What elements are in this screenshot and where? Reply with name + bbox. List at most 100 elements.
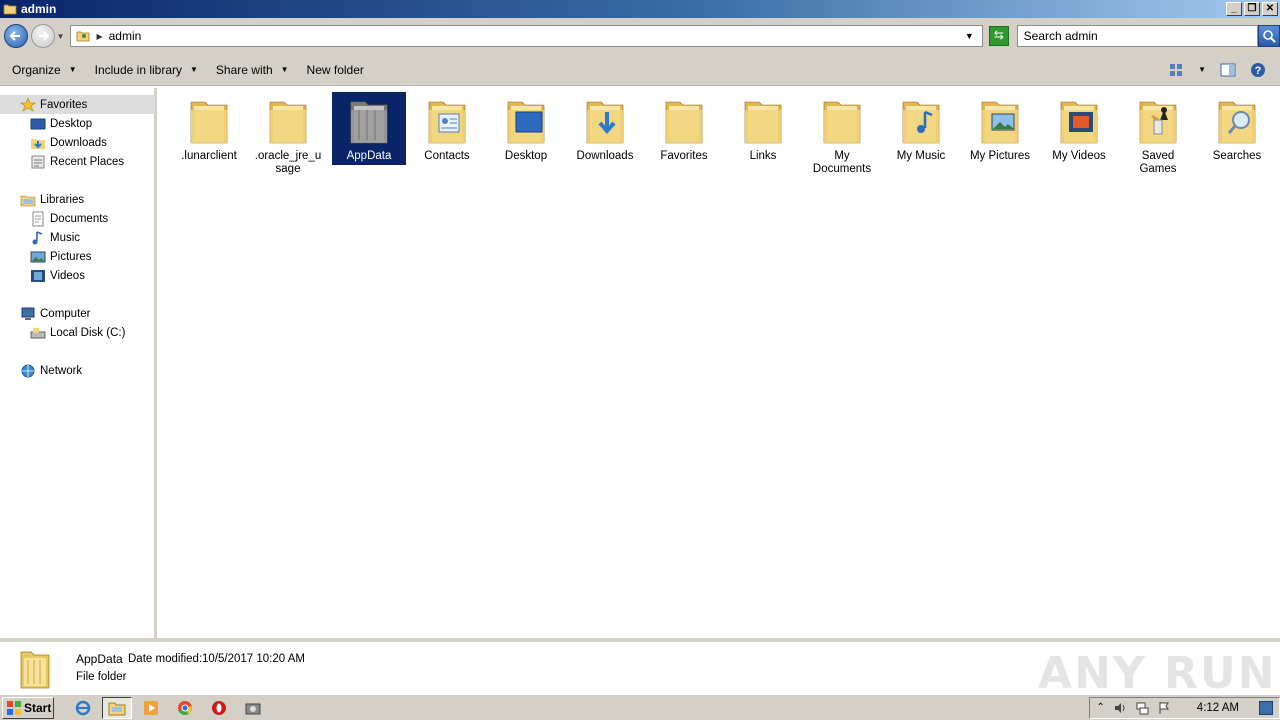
address-bar[interactable]: ▶ admin ▼ [70, 25, 983, 47]
organize-button[interactable]: Organize ▼ [6, 63, 83, 77]
network-tray-icon[interactable] [1135, 701, 1149, 715]
organize-label: Organize [12, 62, 61, 77]
show-desktop-button[interactable] [1259, 700, 1273, 715]
taskbar-windows-explorer[interactable] [102, 696, 132, 719]
taskbar-screenshot-tool[interactable] [238, 697, 268, 719]
nav-item-local-disk[interactable]: Local Disk (C:) [30, 324, 125, 342]
refresh-button[interactable]: ⇆ [988, 26, 1009, 46]
libraries-icon [20, 195, 36, 207]
file-item[interactable]: My Documents [805, 92, 879, 178]
include-in-library-label: Include in library [94, 62, 182, 77]
folder-hidden-icon [20, 651, 50, 689]
file-item[interactable]: Saved Games [1121, 92, 1195, 178]
address-dropdown[interactable]: ▼ [965, 31, 974, 41]
minimize-button[interactable]: _ [1226, 2, 1242, 16]
music-folder-icon [902, 101, 940, 144]
taskbar-internet-explorer[interactable] [68, 697, 98, 719]
file-item[interactable]: .oracle_jre_usage [251, 92, 325, 178]
show-hidden-icons-button[interactable]: ⌃ [1096, 702, 1104, 713]
file-item[interactable]: Desktop [489, 92, 563, 165]
share-with-button[interactable]: Share with ▼ [210, 63, 295, 77]
nav-item-label: Documents [50, 213, 109, 225]
nav-item-downloads[interactable]: Downloads [30, 134, 107, 152]
file-name: My Videos [1052, 150, 1106, 162]
start-button[interactable]: Start [2, 696, 54, 719]
file-name: Saved Games [1139, 150, 1177, 175]
new-folder-label: New folder [306, 62, 364, 77]
include-in-library-button[interactable]: Include in library ▼ [89, 63, 204, 77]
taskbar-chrome[interactable] [170, 697, 200, 719]
view-options-dropdown[interactable]: ▼ [1198, 65, 1206, 74]
folder-icon [3, 4, 17, 15]
maximize-button[interactable]: ❐ [1244, 2, 1260, 16]
back-button[interactable] [4, 24, 28, 48]
file-name: My Music [896, 150, 946, 162]
taskbar-media-player[interactable] [136, 697, 166, 719]
breadcrumb-separator[interactable]: ▶ [96, 32, 102, 41]
nav-item-videos[interactable]: Videos [30, 267, 85, 285]
preview-pane-icon[interactable] [1220, 62, 1236, 78]
desktop-folder-icon [507, 101, 545, 144]
searches-folder-icon [1218, 101, 1256, 144]
anyrun-watermark: ANY RUN [1038, 648, 1277, 699]
file-item[interactable]: My Music [884, 92, 958, 165]
new-folder-button[interactable]: New folder [301, 63, 370, 77]
nav-item-label: Videos [50, 270, 85, 282]
forward-button[interactable] [30, 24, 55, 48]
taskbar-opera[interactable] [204, 697, 234, 719]
recent-places-icon [31, 155, 45, 169]
media-player-icon [144, 700, 158, 715]
back-arrow-icon [9, 31, 20, 41]
action-center-flag-icon[interactable] [1157, 701, 1171, 715]
recent-pages-dropdown[interactable]: ▼ [57, 32, 65, 41]
links-folder-icon [744, 101, 782, 144]
file-item[interactable]: AppData [332, 92, 406, 165]
file-item[interactable]: Contacts [410, 92, 484, 165]
window-title: admin [21, 2, 57, 16]
start-label: Start [24, 700, 52, 715]
file-name: Contacts [424, 150, 470, 162]
nav-item-documents[interactable]: Documents [30, 210, 108, 228]
file-name: .lunarclient [181, 150, 237, 162]
nav-computer[interactable]: Computer [20, 305, 91, 323]
close-button[interactable]: ✕ [1262, 2, 1278, 16]
file-item[interactable]: Links [726, 92, 800, 165]
nav-item-label: Recent Places [50, 156, 125, 168]
file-name: AppData [346, 150, 392, 162]
change-view-icon[interactable] [1168, 62, 1184, 78]
help-icon[interactable]: ? [1250, 62, 1266, 78]
window-title-bar[interactable]: admin _ ❐ ✕ [0, 0, 1280, 18]
nav-item-desktop[interactable]: Desktop [30, 115, 92, 133]
share-with-label: Share with [215, 62, 273, 77]
volume-icon[interactable] [1113, 701, 1127, 715]
hard-drive-icon [30, 328, 46, 339]
nav-computer-label: Computer [40, 308, 91, 320]
nav-libraries[interactable]: Libraries [20, 191, 84, 209]
breadcrumb-admin[interactable]: admin [109, 29, 142, 43]
nav-network-label: Network [40, 365, 83, 377]
forward-arrow-icon [38, 31, 50, 41]
documents-folder-icon [823, 101, 861, 144]
windows-explorer-icon [108, 702, 126, 715]
file-item[interactable]: Downloads [568, 92, 642, 165]
nav-item-recent-places[interactable]: Recent Places [30, 153, 124, 171]
search-input[interactable]: Search admin [1016, 25, 1259, 47]
file-item[interactable]: Searches [1200, 92, 1274, 165]
address-row: ▼ ▶ admin ▼ ⇆ Search admin [0, 18, 1280, 54]
pictures-folder-icon [981, 101, 1019, 144]
file-item[interactable]: My Pictures [963, 92, 1037, 165]
file-item[interactable]: My Videos [1042, 92, 1116, 165]
clock[interactable]: 4:12 AM [1197, 702, 1239, 714]
details-modified-value: 10/5/2017 10:20 AM [202, 653, 305, 665]
nav-favorites[interactable]: Favorites [0, 95, 155, 114]
nav-network[interactable]: Network [20, 362, 82, 380]
folder-icon [269, 101, 307, 144]
file-item[interactable]: .lunarclient [172, 92, 246, 165]
nav-favorites-label: Favorites [40, 98, 88, 111]
nav-item-label: Desktop [50, 118, 93, 130]
nav-item-music[interactable]: Music [30, 229, 80, 247]
nav-item-pictures[interactable]: Pictures [30, 248, 92, 266]
file-item[interactable]: Favorites [647, 92, 721, 165]
file-name: My Documents [812, 150, 872, 175]
search-button[interactable] [1258, 25, 1280, 47]
